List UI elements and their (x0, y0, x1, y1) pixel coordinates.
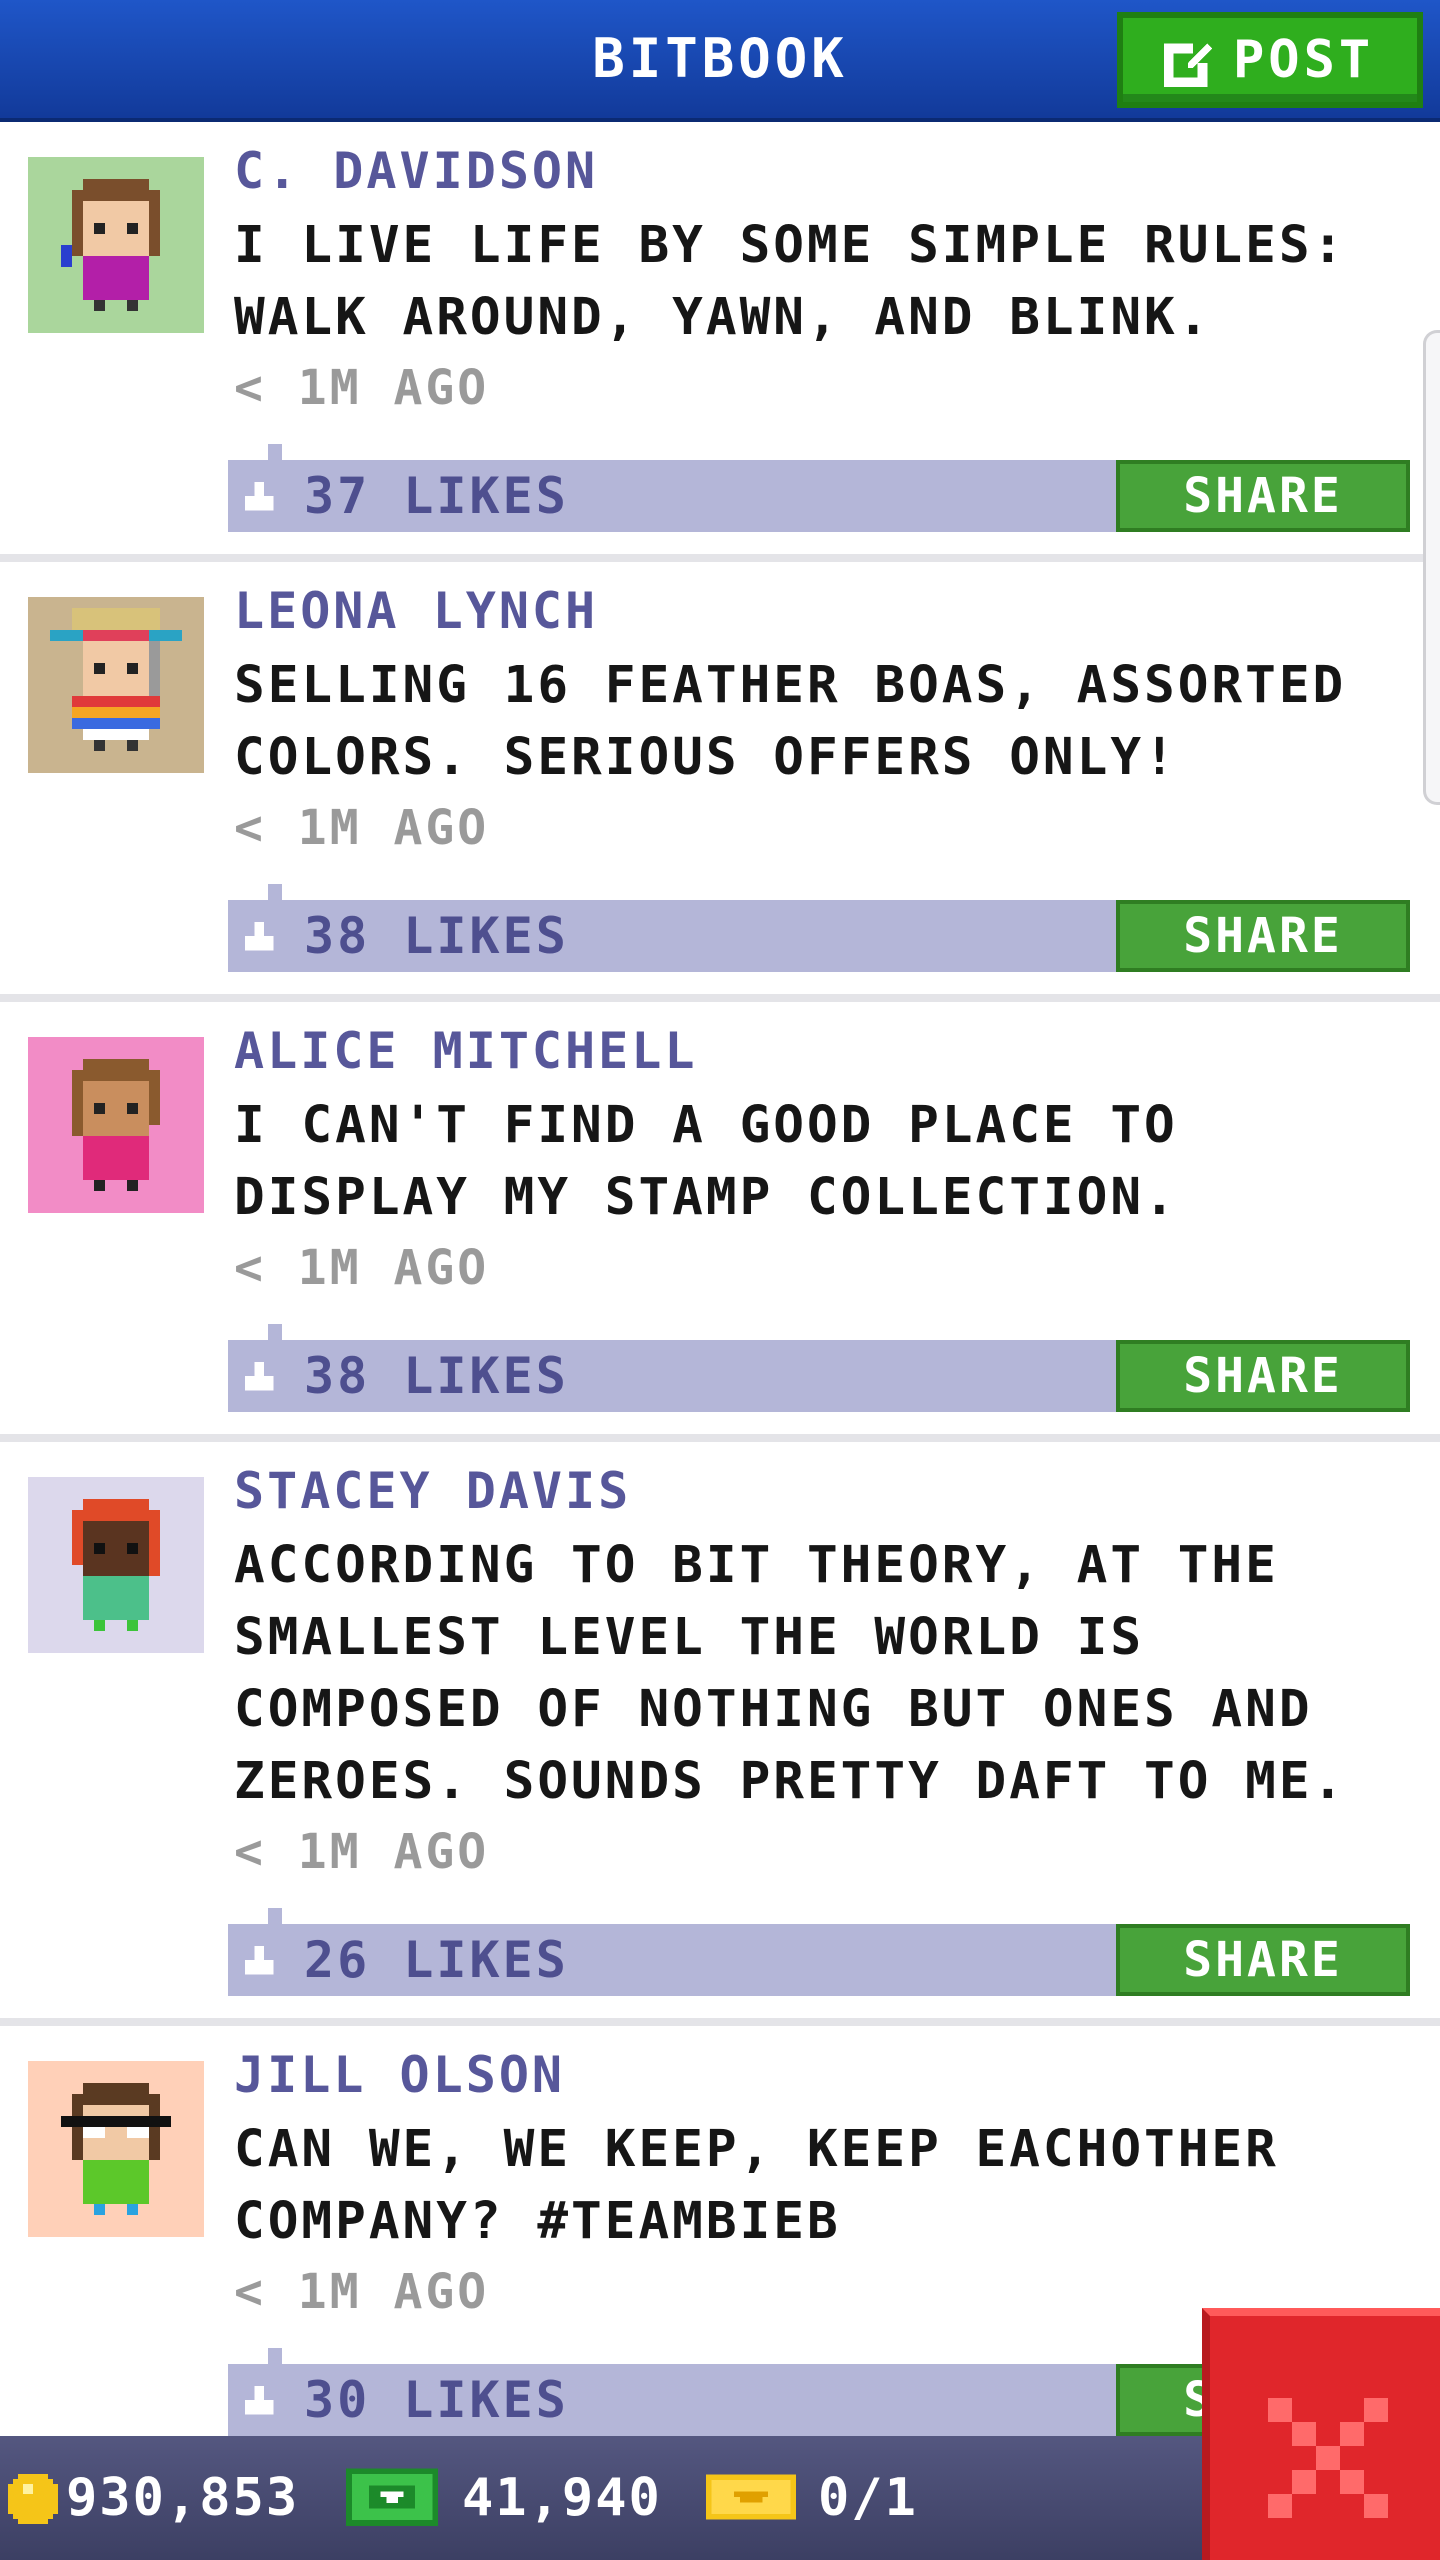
post-time: < 1M AGO (234, 800, 490, 856)
avatar (28, 1037, 204, 1213)
likes-count[interactable]: 38 LIKES (304, 900, 569, 972)
post-text: ACCORDING TO BIT THEORY, AT THE SMALLEST… (234, 1536, 1347, 1811)
avatar (28, 597, 204, 773)
likes-count[interactable]: 30 LIKES (304, 2364, 569, 2436)
thumbs-up-icon (244, 1945, 274, 1975)
ticket-count: 0/1 (818, 2468, 918, 2528)
post-author[interactable]: ALICE MITCHELL (234, 1022, 697, 1080)
post-text: I LIVE LIFE BY SOME SIMPLE RULES: WALK A… (234, 216, 1347, 347)
post-text: CAN WE, WE KEEP, KEEP EACHOTHER COMPANY?… (234, 2120, 1279, 2251)
coin-count: 930,853 (66, 2468, 300, 2528)
post-button-label: POST (1233, 30, 1375, 90)
share-button[interactable]: SHARE (1116, 1340, 1410, 1412)
scrollbar[interactable] (1423, 330, 1440, 805)
post-button[interactable]: POST (1117, 12, 1423, 108)
feed-post: LEONA LYNCH SELLING 16 FEATHER BOAS, ASS… (0, 562, 1440, 1002)
likes-bar: 37 LIKES SHARE (228, 444, 1410, 532)
likes-count[interactable]: 38 LIKES (304, 1340, 569, 1412)
post-time: < 1M AGO (234, 360, 490, 416)
feed-post: STACEY DAVIS ACCORDING TO BIT THEORY, AT… (0, 1442, 1440, 2026)
thumbs-up-icon (244, 2385, 274, 2415)
thumbs-up-icon (244, 481, 274, 511)
close-button[interactable] (1202, 2308, 1440, 2560)
thumbs-up-icon (244, 921, 274, 951)
post-text: I CAN'T FIND A GOOD PLACE TO DISPLAY MY … (234, 1096, 1178, 1227)
thumbs-up-icon (244, 1361, 274, 1391)
feed-post: ALICE MITCHELL I CAN'T FIND A GOOD PLACE… (0, 1002, 1440, 1442)
share-button[interactable]: SHARE (1116, 900, 1410, 972)
post-time: < 1M AGO (234, 1824, 490, 1880)
coin-icon (8, 2474, 58, 2524)
post-time: < 1M AGO (234, 1240, 490, 1296)
cash-icon (346, 2468, 438, 2526)
avatar (28, 2061, 204, 2237)
feed-post: C. DAVIDSON I LIVE LIFE BY SOME SIMPLE R… (0, 122, 1440, 562)
share-button[interactable]: SHARE (1116, 460, 1410, 532)
likes-bar: 26 LIKES SHARE (228, 1908, 1410, 1996)
post-author[interactable]: C. DAVIDSON (234, 142, 598, 200)
close-icon (1268, 2398, 1388, 2518)
likes-count[interactable]: 37 LIKES (304, 460, 569, 532)
likes-bar: 38 LIKES SHARE (228, 884, 1410, 972)
likes-bar: 38 LIKES SHARE (228, 1324, 1410, 1412)
post-author[interactable]: LEONA LYNCH (234, 582, 598, 640)
post-text: SELLING 16 FEATHER BOAS, ASSORTED COLORS… (234, 656, 1347, 787)
app-header: BITBOOK POST (0, 0, 1440, 122)
share-button[interactable]: SHARE (1116, 1924, 1410, 1996)
post-time: < 1M AGO (234, 2264, 490, 2320)
ticket-icon (706, 2474, 796, 2520)
likes-count[interactable]: 26 LIKES (304, 1924, 569, 1996)
post-author[interactable]: STACEY DAVIS (234, 1462, 631, 1520)
post-author[interactable]: JILL OLSON (234, 2046, 565, 2104)
avatar (28, 157, 204, 333)
cash-count: 41,940 (462, 2468, 662, 2528)
edit-icon (1163, 43, 1213, 88)
avatar (28, 1477, 204, 1653)
